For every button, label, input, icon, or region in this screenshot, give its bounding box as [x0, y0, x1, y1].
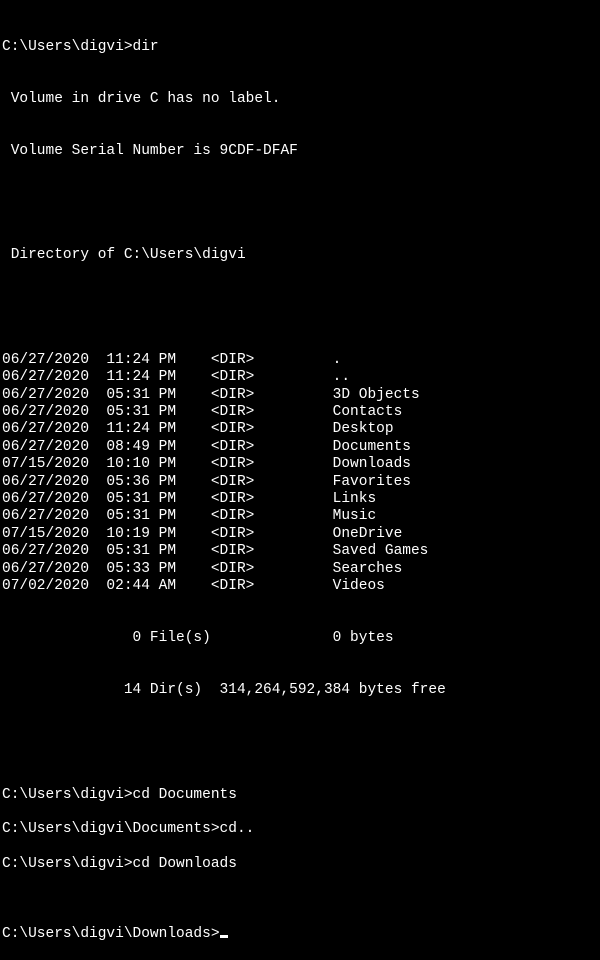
- blank: [2, 874, 598, 891]
- blank: [2, 195, 598, 212]
- dir-entry: 06/27/2020 05:31 PM <DIR> Saved Games: [2, 543, 598, 560]
- dir-entry: 06/27/2020 05:31 PM <DIR> Links: [2, 491, 598, 508]
- dir-entry: 06/27/2020 08:49 PM <DIR> Documents: [2, 439, 598, 456]
- dir-entry: 07/15/2020 10:10 PM <DIR> Downloads: [2, 456, 598, 473]
- blank: [2, 300, 598, 317]
- dir-entry: 07/15/2020 10:19 PM <DIR> OneDrive: [2, 526, 598, 543]
- volume-label: Volume in drive C has no label.: [2, 91, 598, 108]
- summary-files: 0 File(s) 0 bytes: [2, 630, 598, 647]
- directory-of: Directory of C:\Users\digvi: [2, 247, 598, 264]
- command-line: C:\Users\digvi>cd Downloads: [2, 856, 598, 873]
- dir-entry: 06/27/2020 05:33 PM <DIR> Searches: [2, 561, 598, 578]
- terminal-output[interactable]: C:\Users\digvi>dir Volume in drive C has…: [2, 4, 598, 960]
- current-prompt: C:\Users\digvi\Downloads>: [2, 926, 220, 942]
- cursor: [220, 935, 228, 938]
- current-prompt-line[interactable]: C:\Users\digvi\Downloads>: [2, 926, 598, 943]
- command-history: C:\Users\digvi>cd Documents C:\Users\dig…: [2, 787, 598, 891]
- dir-entry: 06/27/2020 05:31 PM <DIR> 3D Objects: [2, 387, 598, 404]
- dir-entry: 06/27/2020 05:31 PM <DIR> Contacts: [2, 404, 598, 421]
- blank: [2, 734, 598, 751]
- volume-serial: Volume Serial Number is 9CDF-DFAF: [2, 143, 598, 160]
- dir-entry: 06/27/2020 11:24 PM <DIR> Desktop: [2, 421, 598, 438]
- command-line: C:\Users\digvi\Documents>cd..: [2, 821, 598, 838]
- dir-entry: 06/27/2020 11:24 PM <DIR> ..: [2, 369, 598, 386]
- summary-dirs: 14 Dir(s) 314,264,592,384 bytes free: [2, 682, 598, 699]
- blank: [2, 804, 598, 821]
- initial-prompt: C:\Users\digvi>dir: [2, 39, 598, 56]
- directory-listing: 06/27/2020 11:24 PM <DIR> .06/27/2020 11…: [2, 352, 598, 595]
- command-line: C:\Users\digvi>cd Documents: [2, 787, 598, 804]
- dir-entry: 06/27/2020 05:36 PM <DIR> Favorites: [2, 474, 598, 491]
- dir-entry: 06/27/2020 11:24 PM <DIR> .: [2, 352, 598, 369]
- blank: [2, 839, 598, 856]
- dir-entry: 07/02/2020 02:44 AM <DIR> Videos: [2, 578, 598, 595]
- dir-entry: 06/27/2020 05:31 PM <DIR> Music: [2, 508, 598, 525]
